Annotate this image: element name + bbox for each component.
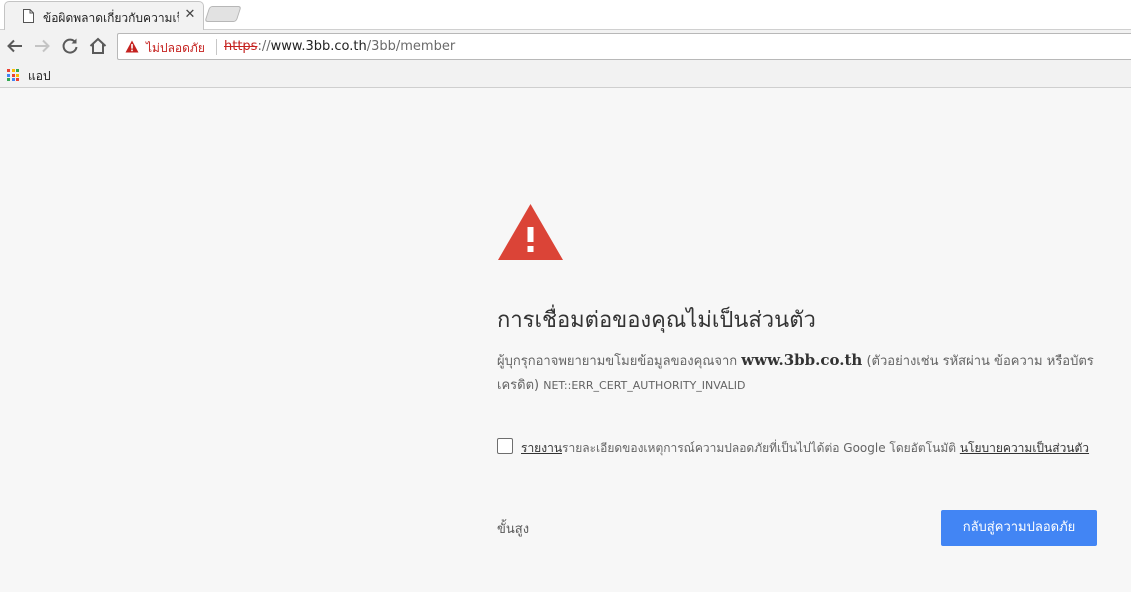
toolbar: ไม่ปลอดภัย https://www.3bb.co.th/3bb/mem… bbox=[0, 30, 1131, 63]
divider bbox=[216, 39, 217, 55]
url-path: /3bb/member bbox=[366, 39, 456, 54]
report-link[interactable]: รายงาน bbox=[521, 441, 562, 455]
forward-button[interactable] bbox=[31, 35, 53, 57]
warning-icon bbox=[125, 40, 139, 53]
site-host: www.3bb.co.th bbox=[741, 351, 863, 369]
apps-label: แอป bbox=[28, 69, 51, 83]
url-separator: :// bbox=[257, 39, 271, 54]
tab-title: ข้อผิดพลาดเกี่ยวกับความเป็นส่วนตัว bbox=[43, 11, 179, 25]
error-code[interactable]: NET::ERR_CERT_AUTHORITY_INVALID bbox=[543, 379, 745, 392]
tab-strip: ข้อผิดพลาดเกี่ยวกับความเป็นส่วนตัว ✕ bbox=[0, 0, 1131, 30]
warning-icon bbox=[498, 204, 563, 260]
url-scheme: https bbox=[224, 39, 258, 54]
page-title: การเชื่อมต่อของคุณไม่เป็นส่วนตัว bbox=[497, 308, 816, 333]
report-row: รายงานรายละเอียดของเหตุการณ์ความปลอดภัยท… bbox=[497, 437, 1107, 457]
bookmarks-bar: แอป bbox=[0, 63, 1131, 88]
report-text: รายงานรายละเอียดของเหตุการณ์ความปลอดภัยท… bbox=[521, 439, 1089, 458]
page-icon bbox=[23, 9, 34, 23]
home-icon bbox=[89, 37, 107, 54]
explanation-before: ผู้บุกรุกอาจพยายามขโมยข้อมูลของคุณจาก bbox=[497, 354, 742, 369]
arrow-back-icon bbox=[7, 39, 22, 53]
home-button[interactable] bbox=[87, 35, 109, 57]
tab-active[interactable]: ข้อผิดพลาดเกี่ยวกับความเป็นส่วนตัว ✕ bbox=[4, 1, 204, 30]
reload-button[interactable] bbox=[59, 35, 81, 57]
explanation-text: ผู้บุกรุกอาจพยายามขโมยข้อมูลของคุณจาก ww… bbox=[497, 348, 1097, 398]
report-description: รายละเอียดของเหตุการณ์ความปลอดภัยที่เป็น… bbox=[562, 441, 960, 455]
new-tab-button[interactable] bbox=[204, 6, 242, 22]
reload-icon bbox=[62, 38, 78, 54]
report-checkbox[interactable] bbox=[497, 438, 513, 454]
address-bar[interactable]: ไม่ปลอดภัย https://www.3bb.co.th/3bb/mem… bbox=[117, 33, 1131, 60]
arrow-forward-icon bbox=[35, 39, 50, 53]
advanced-button[interactable]: ขั้นสูง bbox=[497, 518, 529, 539]
url-host: www.3bb.co.th bbox=[270, 39, 367, 54]
back-to-safety-button[interactable]: กลับสู่ความปลอดภัย bbox=[941, 510, 1097, 546]
privacy-policy-link[interactable]: นโยบายความเป็นส่วนตัว bbox=[960, 441, 1089, 455]
close-icon[interactable]: ✕ bbox=[183, 7, 197, 23]
apps-grid-icon bbox=[7, 69, 19, 81]
security-indicator[interactable]: ไม่ปลอดภัย bbox=[146, 39, 205, 58]
back-button[interactable] bbox=[4, 35, 26, 57]
url-text[interactable]: https://www.3bb.co.th/3bb/member bbox=[224, 39, 455, 54]
